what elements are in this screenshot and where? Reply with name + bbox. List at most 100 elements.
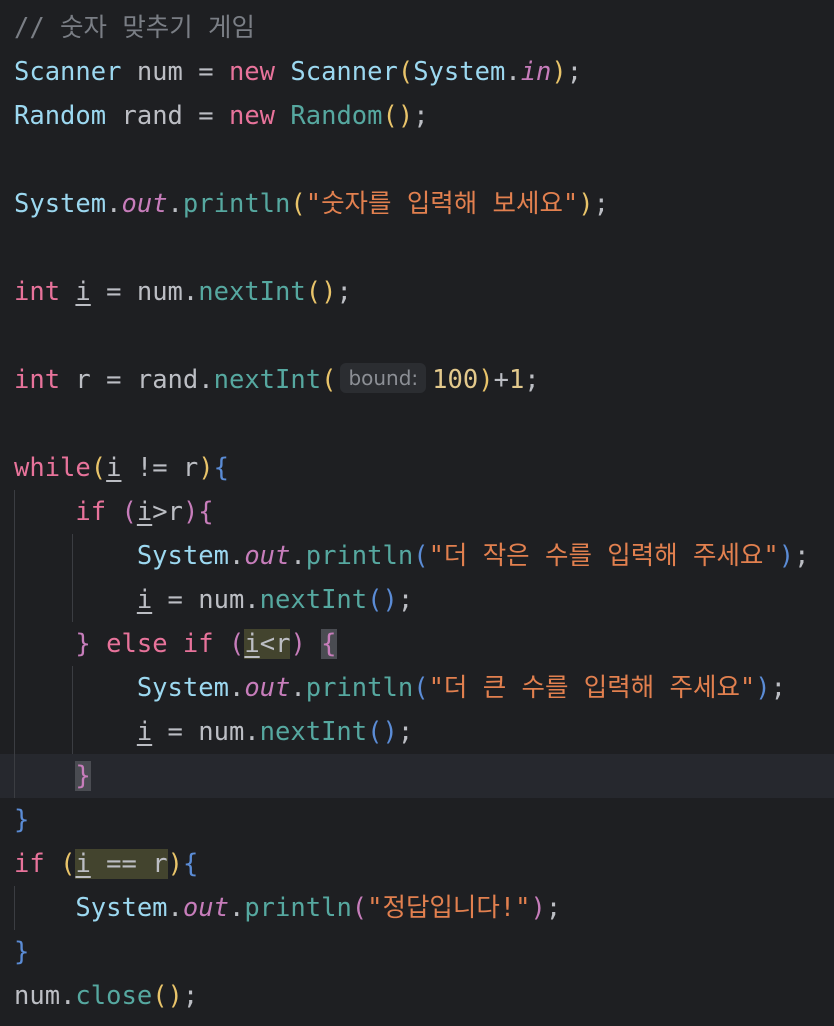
method-name: nextInt bbox=[213, 365, 322, 395]
number-literal: 100 bbox=[432, 365, 479, 395]
variable-name: r bbox=[167, 497, 183, 527]
static-field: out bbox=[182, 893, 229, 923]
keyword-if: if bbox=[182, 629, 214, 659]
variable-name: r bbox=[152, 849, 168, 879]
string-literal: "더 작은 수를 입력해 주세요" bbox=[428, 541, 779, 571]
class-ref: System bbox=[136, 541, 229, 571]
keyword-else: else bbox=[106, 629, 168, 659]
semicolon: ; bbox=[336, 277, 352, 307]
code-editor[interactable]: // 숫자 맞추기 게임 Scanner num = new Scanner(S… bbox=[0, 0, 834, 1026]
variable-name: i bbox=[136, 497, 153, 527]
operator: < bbox=[259, 629, 276, 659]
variable-name: i bbox=[75, 849, 91, 879]
class-ref: System bbox=[136, 673, 229, 703]
semicolon: ; bbox=[566, 57, 583, 87]
string-literal: "정답입니다!" bbox=[367, 893, 531, 923]
code-line-while: while(i != r){ bbox=[14, 453, 229, 483]
string-literal: "더 큰 수를 입력해 주세요" bbox=[428, 673, 756, 703]
method-name: println bbox=[305, 541, 414, 571]
code-line-close-scanner: num.close(); bbox=[14, 981, 199, 1011]
variable-name: i bbox=[244, 629, 260, 659]
code-line-close-if: } bbox=[14, 937, 30, 967]
assign-expression: = num. bbox=[152, 717, 260, 747]
variable-name: r bbox=[182, 453, 199, 483]
code-line-scanner: Scanner num = new Scanner(System.in); bbox=[14, 57, 583, 87]
code-line-close-while: } bbox=[14, 805, 30, 835]
code-line-comment: // 숫자 맞추기 게임 bbox=[14, 6, 255, 50]
assign-operator: = bbox=[182, 57, 229, 87]
code-line-if-greater: if (i>r){ bbox=[75, 497, 214, 527]
comment-text: // 숫자 맞추기 게임 bbox=[14, 13, 255, 43]
variable-name: i bbox=[75, 277, 91, 307]
constructor-name: Random bbox=[290, 101, 383, 131]
operator: > bbox=[152, 497, 168, 527]
semicolon: ; bbox=[524, 365, 540, 395]
class-ref: System bbox=[14, 189, 107, 219]
method-name: println bbox=[305, 673, 414, 703]
parameter-hint: bound: bbox=[340, 363, 427, 393]
semicolon: ; bbox=[397, 717, 414, 747]
semicolon: ; bbox=[182, 981, 199, 1011]
assign-expression: = num. bbox=[90, 277, 199, 307]
class-ref: System bbox=[75, 893, 168, 923]
class-ref: System bbox=[413, 57, 506, 87]
method-name: nextInt bbox=[198, 277, 306, 307]
variable-name: r bbox=[75, 365, 91, 395]
semicolon: ; bbox=[794, 541, 810, 571]
variable-name: i bbox=[136, 717, 153, 747]
string-literal: "숫자를 입력해 보세요" bbox=[305, 189, 579, 219]
keyword-if: if bbox=[75, 497, 107, 527]
method-name: nextInt bbox=[259, 717, 368, 747]
type-name: Random bbox=[14, 101, 107, 131]
code-line-if-equal: if (i == r){ bbox=[14, 849, 199, 879]
number-literal: 1 bbox=[508, 365, 525, 395]
matched-brace: } bbox=[75, 761, 91, 791]
keyword-int: int bbox=[14, 365, 61, 395]
variable-name: i bbox=[106, 453, 122, 483]
variable-name: i bbox=[136, 585, 153, 615]
assign-expression: = num. bbox=[152, 585, 260, 615]
plus-operator: + bbox=[493, 365, 509, 395]
code-line-close-elseif[interactable]: } bbox=[14, 754, 91, 798]
code-line-int-i: int i = num.nextInt(); bbox=[14, 277, 352, 307]
code-line-reassign-2: i = num.nextInt(); bbox=[136, 717, 414, 747]
constructor-name: Scanner bbox=[290, 57, 398, 87]
static-field: out bbox=[121, 189, 168, 219]
operator: == bbox=[90, 849, 153, 879]
keyword-new: new bbox=[228, 57, 276, 87]
static-field: out bbox=[244, 673, 291, 703]
static-field: in bbox=[520, 57, 552, 87]
code-line-else-if: } else if (i<r) { bbox=[75, 629, 337, 659]
variable-name: rand bbox=[121, 101, 183, 131]
keyword-while: while bbox=[14, 453, 91, 483]
method-name: close bbox=[75, 981, 153, 1011]
variable-name: num bbox=[136, 57, 183, 87]
keyword-if: if bbox=[14, 849, 45, 879]
code-line-println-correct: System.out.println("정답입니다!"); bbox=[75, 893, 562, 923]
semicolon: ; bbox=[413, 101, 429, 131]
method-name: nextInt bbox=[259, 585, 368, 615]
semicolon: ; bbox=[545, 893, 562, 923]
semicolon: ; bbox=[593, 189, 610, 219]
semicolon: ; bbox=[397, 585, 414, 615]
code-line-int-r: int r = rand.nextInt(bound: 100)+1; bbox=[14, 363, 540, 395]
method-name: println bbox=[182, 189, 291, 219]
keyword-int: int bbox=[14, 277, 61, 307]
variable-name: num bbox=[14, 981, 61, 1011]
dot-operator: . bbox=[505, 57, 521, 87]
dot-operator: . bbox=[60, 981, 76, 1011]
method-name: println bbox=[244, 893, 352, 923]
static-field: out bbox=[244, 541, 291, 571]
code-line-println-smaller: System.out.println("더 작은 수를 입력해 주세요"); bbox=[136, 541, 810, 571]
type-name: Scanner bbox=[14, 57, 122, 87]
keyword-new: new bbox=[228, 101, 276, 131]
code-line-println-prompt: System.out.println("숫자를 입력해 보세요"); bbox=[14, 189, 610, 219]
variable-name: r bbox=[275, 629, 291, 659]
code-line-random: Random rand = new Random(); bbox=[14, 101, 429, 131]
current-line-highlight bbox=[0, 754, 834, 798]
assign-operator: = bbox=[182, 101, 229, 131]
semicolon: ; bbox=[770, 673, 786, 703]
code-line-println-bigger: System.out.println("더 큰 수를 입력해 주세요"); bbox=[136, 673, 786, 703]
assign-expression: = rand. bbox=[90, 365, 214, 395]
operator: != bbox=[121, 453, 183, 483]
